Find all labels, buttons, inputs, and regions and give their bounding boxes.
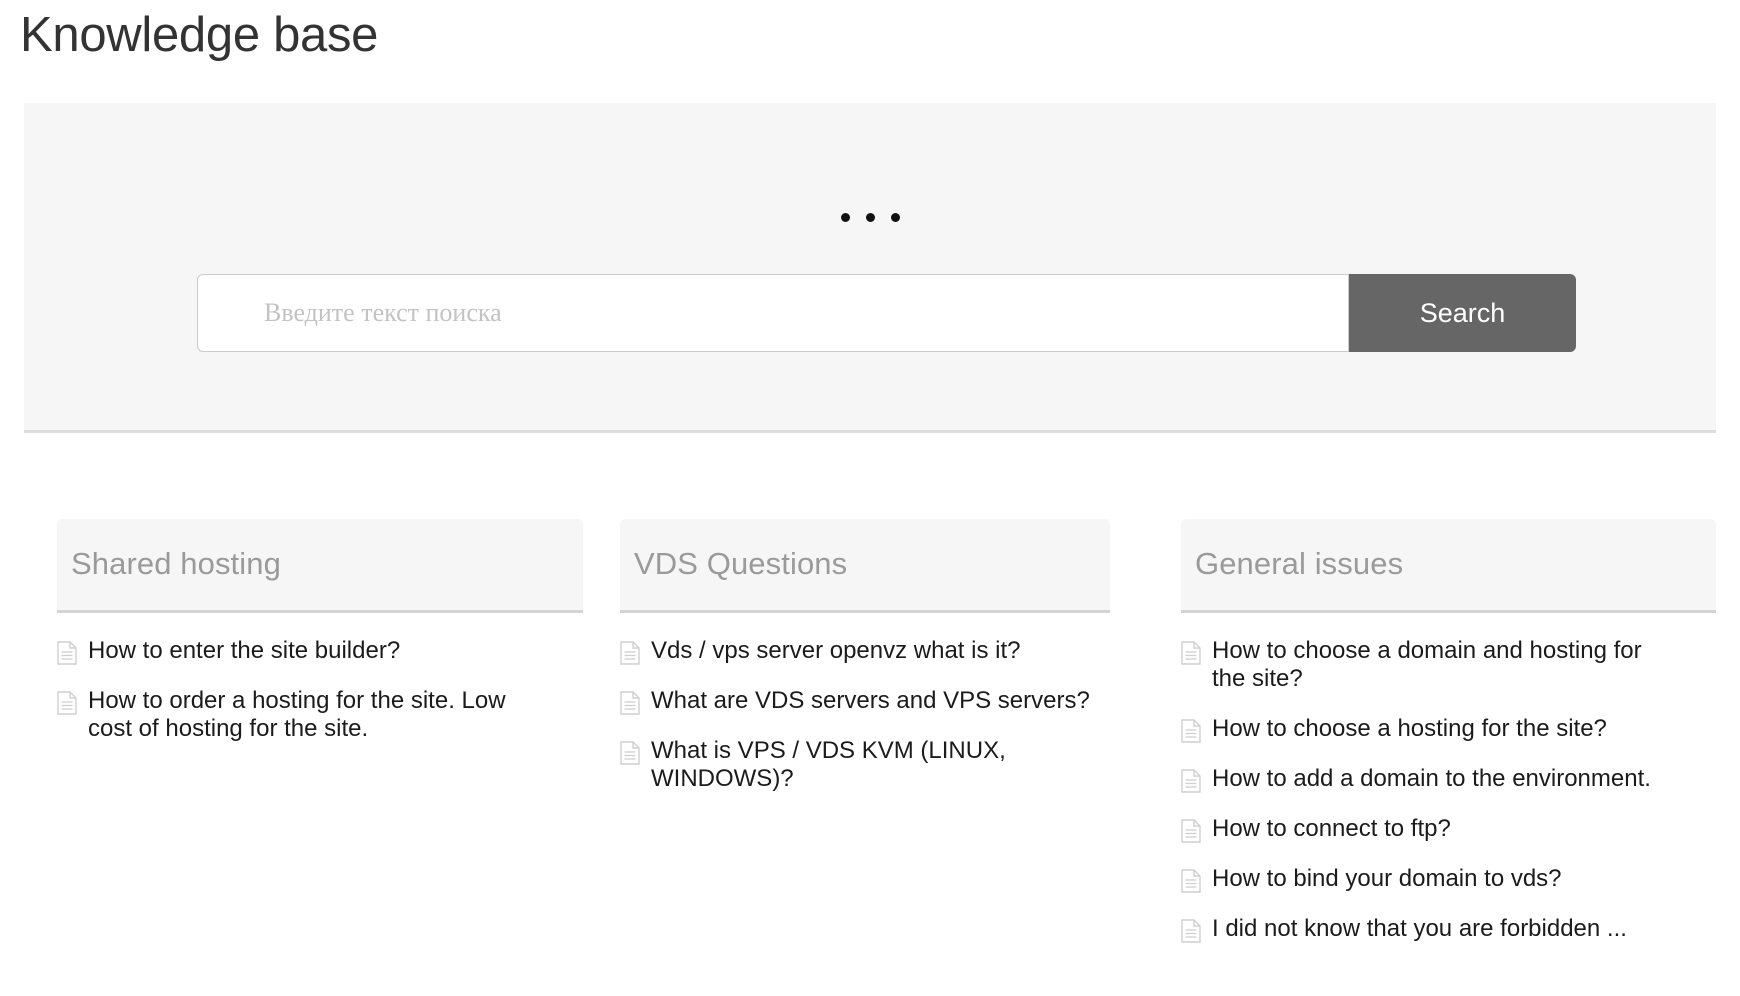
search-button[interactable]: Search (1349, 274, 1576, 352)
category-title: Shared hosting (71, 546, 281, 582)
article-link[interactable]: I did not know that you are forbidden ..… (1212, 915, 1627, 943)
list-item[interactable]: What are VDS servers and VPS servers? (620, 687, 1110, 715)
page-title: Knowledge base (20, 8, 379, 62)
category-column-shared-hosting: Shared hosting How to enter the site bui… (0, 519, 583, 965)
document-icon (57, 691, 77, 715)
search-form: Search (197, 274, 1576, 352)
document-icon (57, 641, 77, 665)
category-title: General issues (1195, 546, 1404, 582)
article-link[interactable]: What is VPS / VDS KVM (LINUX, WINDOWS)? (651, 737, 1110, 793)
document-icon (620, 741, 640, 765)
search-hero-band: Search (24, 103, 1716, 433)
article-link[interactable]: How to connect to ftp? (1212, 815, 1451, 843)
document-icon (1181, 868, 1201, 893)
dot-2 (865, 213, 875, 223)
dot-3 (890, 213, 900, 223)
article-link[interactable]: How to enter the site builder? (88, 637, 400, 665)
document-icon (1181, 768, 1201, 793)
article-list-shared-hosting: How to enter the site builder? How to or… (57, 613, 583, 743)
dot-1 (840, 213, 850, 223)
document-icon (1181, 641, 1201, 665)
category-column-general-issues: General issues How to choose a domain an… (1110, 519, 1740, 965)
search-input[interactable] (197, 274, 1349, 352)
article-list-vds-questions: Vds / vps server openvz what is it? What (620, 613, 1110, 793)
document-icon (620, 691, 640, 715)
article-link[interactable]: How to order a hosting for the site. Low… (88, 687, 528, 743)
category-title: VDS Questions (634, 546, 848, 582)
article-link[interactable]: What are VDS servers and VPS servers? (651, 687, 1090, 715)
category-column-vds-questions: VDS Questions Vds / vps server openvz wh… (583, 519, 1110, 965)
list-item[interactable]: How to add a domain to the environment. (1181, 765, 1716, 793)
category-header-vds-questions: VDS Questions (620, 519, 1110, 613)
list-item[interactable]: How to choose a hosting for the site? (1181, 715, 1716, 743)
list-item[interactable]: How to order a hosting for the site. Low… (57, 687, 583, 743)
article-list-general-issues: How to choose a domain and hosting for t… (1181, 613, 1716, 943)
article-link[interactable]: How to add a domain to the environment. (1212, 765, 1651, 793)
three-dots-loading-icon (24, 211, 1716, 225)
list-item[interactable]: How to enter the site builder? (57, 637, 583, 665)
list-item[interactable]: How to choose a domain and hosting for t… (1181, 637, 1716, 693)
list-item[interactable]: How to connect to ftp? (1181, 815, 1716, 843)
list-item[interactable]: What is VPS / VDS KVM (LINUX, WINDOWS)? (620, 737, 1110, 793)
document-icon (1181, 918, 1201, 943)
category-header-general-issues: General issues (1181, 519, 1716, 613)
list-item[interactable]: How to bind your domain to vds? (1181, 865, 1716, 893)
category-columns: Shared hosting How to enter the site bui… (0, 519, 1740, 965)
list-item[interactable]: I did not know that you are forbidden ..… (1181, 915, 1716, 943)
article-link[interactable]: How to choose a hosting for the site? (1212, 715, 1607, 743)
category-header-shared-hosting: Shared hosting (57, 519, 583, 613)
article-link[interactable]: How to choose a domain and hosting for t… (1212, 637, 1664, 693)
article-link[interactable]: How to bind your domain to vds? (1212, 865, 1562, 893)
article-link[interactable]: Vds / vps server openvz what is it? (651, 637, 1021, 665)
document-icon (620, 641, 640, 665)
document-icon (1181, 718, 1201, 743)
document-icon (1181, 818, 1201, 843)
list-item[interactable]: Vds / vps server openvz what is it? (620, 637, 1110, 665)
